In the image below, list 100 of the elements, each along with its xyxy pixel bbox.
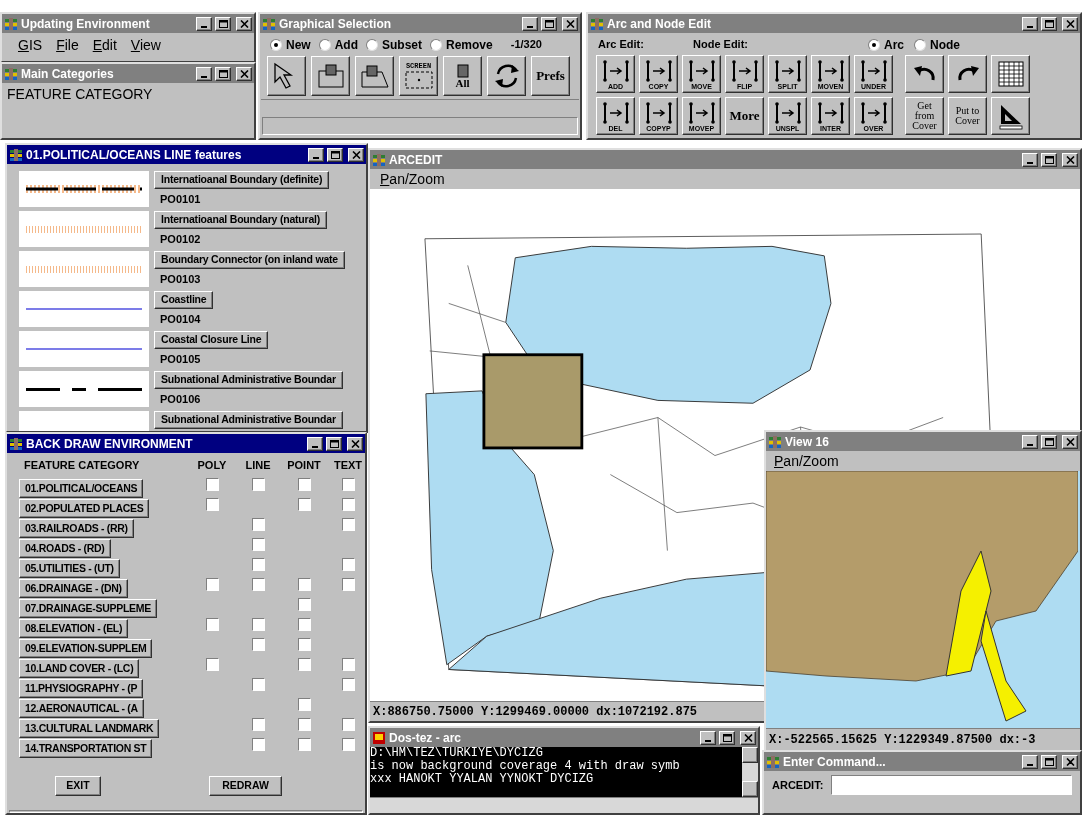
checkbox[interactable]	[205, 578, 219, 591]
checkbox[interactable]	[297, 718, 311, 731]
minimize-button[interactable]	[1022, 754, 1038, 769]
close-button[interactable]	[236, 16, 252, 31]
minimize-button[interactable]	[308, 147, 324, 162]
minimize-button[interactable]	[1022, 152, 1038, 167]
checkbox[interactable]	[297, 738, 311, 751]
tool-button[interactable]	[311, 56, 350, 96]
radio-button[interactable]	[914, 38, 926, 51]
minimize-button[interactable]	[1022, 16, 1038, 31]
radio-label[interactable]: Add	[334, 35, 358, 54]
feature-button[interactable]: Internatioanal Boundary (natural)	[154, 211, 328, 229]
checkbox[interactable]	[297, 498, 311, 511]
maximize-button[interactable]	[1041, 434, 1057, 449]
minimize-button[interactable]	[1022, 434, 1038, 449]
checkbox[interactable]	[251, 738, 265, 751]
checkbox[interactable]	[341, 518, 355, 531]
close-button[interactable]	[348, 147, 364, 162]
category-button[interactable]: 14.TRANSPORTATION ST	[19, 739, 153, 759]
checkbox[interactable]	[297, 578, 311, 591]
checkbox[interactable]	[341, 578, 355, 591]
menu-item[interactable]: GIS	[18, 35, 43, 56]
checkbox[interactable]	[251, 638, 265, 651]
category-button[interactable]: 12.AERONAUTICAL - (A	[19, 699, 144, 719]
checkbox[interactable]	[297, 598, 311, 611]
menu-item[interactable]: File	[56, 35, 79, 56]
checkbox[interactable]	[205, 478, 219, 491]
radio-label[interactable]: Subset	[382, 35, 423, 54]
feature-button[interactable]: Boundary Connector (on inland wate	[154, 251, 345, 269]
radio-button[interactable]	[318, 38, 331, 51]
checkbox[interactable]	[341, 558, 355, 571]
category-button[interactable]: 08.ELEVATION - (EL)	[19, 619, 129, 639]
category-button[interactable]: 05.UTILITIES - (UT)	[19, 559, 120, 579]
tool-button[interactable]	[267, 56, 306, 96]
close-button[interactable]	[1062, 434, 1078, 449]
close-button[interactable]	[1062, 754, 1078, 769]
command-input-field[interactable]	[831, 775, 1072, 795]
maximize-button[interactable]	[1041, 152, 1057, 167]
radio-button[interactable]	[366, 38, 378, 51]
close-button[interactable]	[347, 436, 363, 451]
checkbox[interactable]	[297, 698, 311, 711]
tool-button[interactable]: Put to Cover	[948, 97, 987, 135]
checkbox[interactable]	[251, 678, 265, 691]
checkbox[interactable]	[205, 498, 219, 511]
maximize-button[interactable]	[327, 147, 343, 162]
close-button[interactable]	[562, 16, 578, 31]
checkbox[interactable]	[341, 738, 355, 751]
menu-item[interactable]: Pan/Zoom	[774, 450, 839, 472]
checkbox[interactable]	[297, 658, 311, 671]
tool-button[interactable]: All	[443, 56, 482, 96]
tool-button[interactable]: Prefs	[531, 56, 570, 96]
maximize-button[interactable]	[215, 66, 231, 81]
category-button[interactable]: 01.POLITICAL/OCEANS	[19, 479, 144, 499]
radio-label[interactable]: Remove	[446, 35, 493, 54]
checkbox[interactable]	[297, 478, 311, 491]
menu-item[interactable]: View	[130, 35, 161, 56]
scrollbar[interactable]	[370, 797, 758, 813]
radio-button[interactable]	[868, 38, 880, 51]
radio-label[interactable]: Arc	[884, 35, 904, 54]
category-button[interactable]: 09.ELEVATION-SUPPLEM	[19, 639, 153, 659]
tool-button[interactable]	[355, 56, 394, 96]
category-button[interactable]: 13.CULTURAL LANDMARK	[19, 719, 160, 739]
checkbox[interactable]	[297, 638, 311, 651]
feature-button[interactable]: Subnational Administrative Boundar	[154, 411, 343, 429]
close-button[interactable]	[236, 66, 252, 81]
scrollbar[interactable]	[742, 747, 758, 797]
minimize-button[interactable]	[196, 66, 212, 81]
menu-item[interactable]: Pan/Zoom	[380, 168, 445, 190]
tool-button[interactable]: Get from Cover	[905, 97, 944, 135]
maximize-button[interactable]	[719, 730, 735, 745]
checkbox[interactable]	[251, 558, 265, 571]
checkbox[interactable]	[341, 678, 355, 691]
checkbox[interactable]	[205, 618, 219, 631]
minimize-button[interactable]	[700, 730, 716, 745]
feature-button[interactable]: Internatioanal Boundary (definite)	[154, 171, 330, 189]
radio-label[interactable]: Node	[930, 35, 960, 54]
dialog-button[interactable]: REDRAW	[209, 776, 282, 796]
radio-label[interactable]: New	[286, 35, 311, 54]
maximize-button[interactable]	[326, 436, 342, 451]
menu-item[interactable]: Edit	[92, 35, 117, 56]
tool-button[interactable]	[991, 97, 1030, 135]
radio-button[interactable]	[430, 38, 443, 51]
feature-button[interactable]: Coastline	[154, 291, 214, 309]
maximize-button[interactable]	[541, 16, 557, 31]
close-button[interactable]	[1062, 16, 1078, 31]
tool-button[interactable]	[991, 55, 1030, 93]
dialog-button[interactable]: EXIT	[55, 776, 101, 796]
minimize-button[interactable]	[196, 16, 212, 31]
tool-button[interactable]	[487, 56, 526, 96]
close-button[interactable]	[740, 730, 756, 745]
checkbox[interactable]	[251, 478, 265, 491]
edit-tool-button[interactable]: More	[725, 97, 764, 135]
maximize-button[interactable]	[1041, 754, 1057, 769]
checkbox[interactable]	[341, 498, 355, 511]
category-button[interactable]: 03.RAILROADS - (RR)	[19, 519, 134, 539]
checkbox[interactable]	[251, 618, 265, 631]
feature-button[interactable]: Coastal Closure Line	[154, 331, 269, 349]
checkbox[interactable]	[251, 718, 265, 731]
category-button[interactable]: 07.DRAINAGE-SUPPLEME	[19, 599, 157, 619]
category-button[interactable]: 02.POPULATED PLACES	[19, 499, 150, 519]
